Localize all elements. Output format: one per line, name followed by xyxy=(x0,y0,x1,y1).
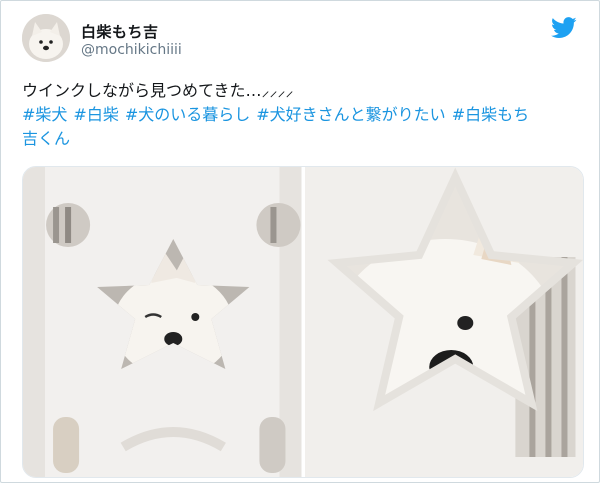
tweet-media xyxy=(22,166,584,478)
tweet-photo-1[interactable] xyxy=(23,167,302,477)
hashtag-link[interactable]: #柴犬 xyxy=(22,105,67,124)
tweet-text: ウインクしながら見つめてきた…⸝⸝⸝⸝ #柴犬 #白柴 #犬のいる暮らし #犬好きさん… xyxy=(22,79,582,151)
hashtags-line-2: 吉くん xyxy=(22,127,582,151)
twitter-bird-icon[interactable] xyxy=(551,17,577,39)
shiba-star-gate-image xyxy=(23,167,302,477)
avatar[interactable] xyxy=(22,14,70,62)
shiba-star-gate-closeup-image xyxy=(304,167,583,477)
hashtag-link[interactable]: #犬好きさんと繋がりたい xyxy=(256,105,445,124)
user-display-name[interactable]: 白柴もち吉 xyxy=(81,21,159,42)
hashtag-link[interactable]: #白柴 xyxy=(73,105,118,124)
hashtags-line-1: #柴犬 #白柴 #犬のいる暮らし #犬好きさんと繋がりたい #白柴もち xyxy=(22,103,582,127)
hashtag-link[interactable]: #犬のいる暮らし xyxy=(125,105,250,124)
user-handle[interactable]: @mochikichiiii xyxy=(81,42,182,58)
tweet-photo-2[interactable] xyxy=(304,167,583,477)
tweet-body: ウインクしながら見つめてきた…⸝⸝⸝⸝ xyxy=(22,81,294,100)
hashtag-link[interactable]: #白柴もち xyxy=(452,105,529,124)
shiba-avatar-icon xyxy=(22,14,70,62)
tweet-card: 白柴もち吉 @mochikichiiii ウインクしながら見つめてきた…⸝⸝⸝⸝… xyxy=(0,0,600,483)
hashtag-link[interactable]: 吉くん xyxy=(22,129,70,148)
